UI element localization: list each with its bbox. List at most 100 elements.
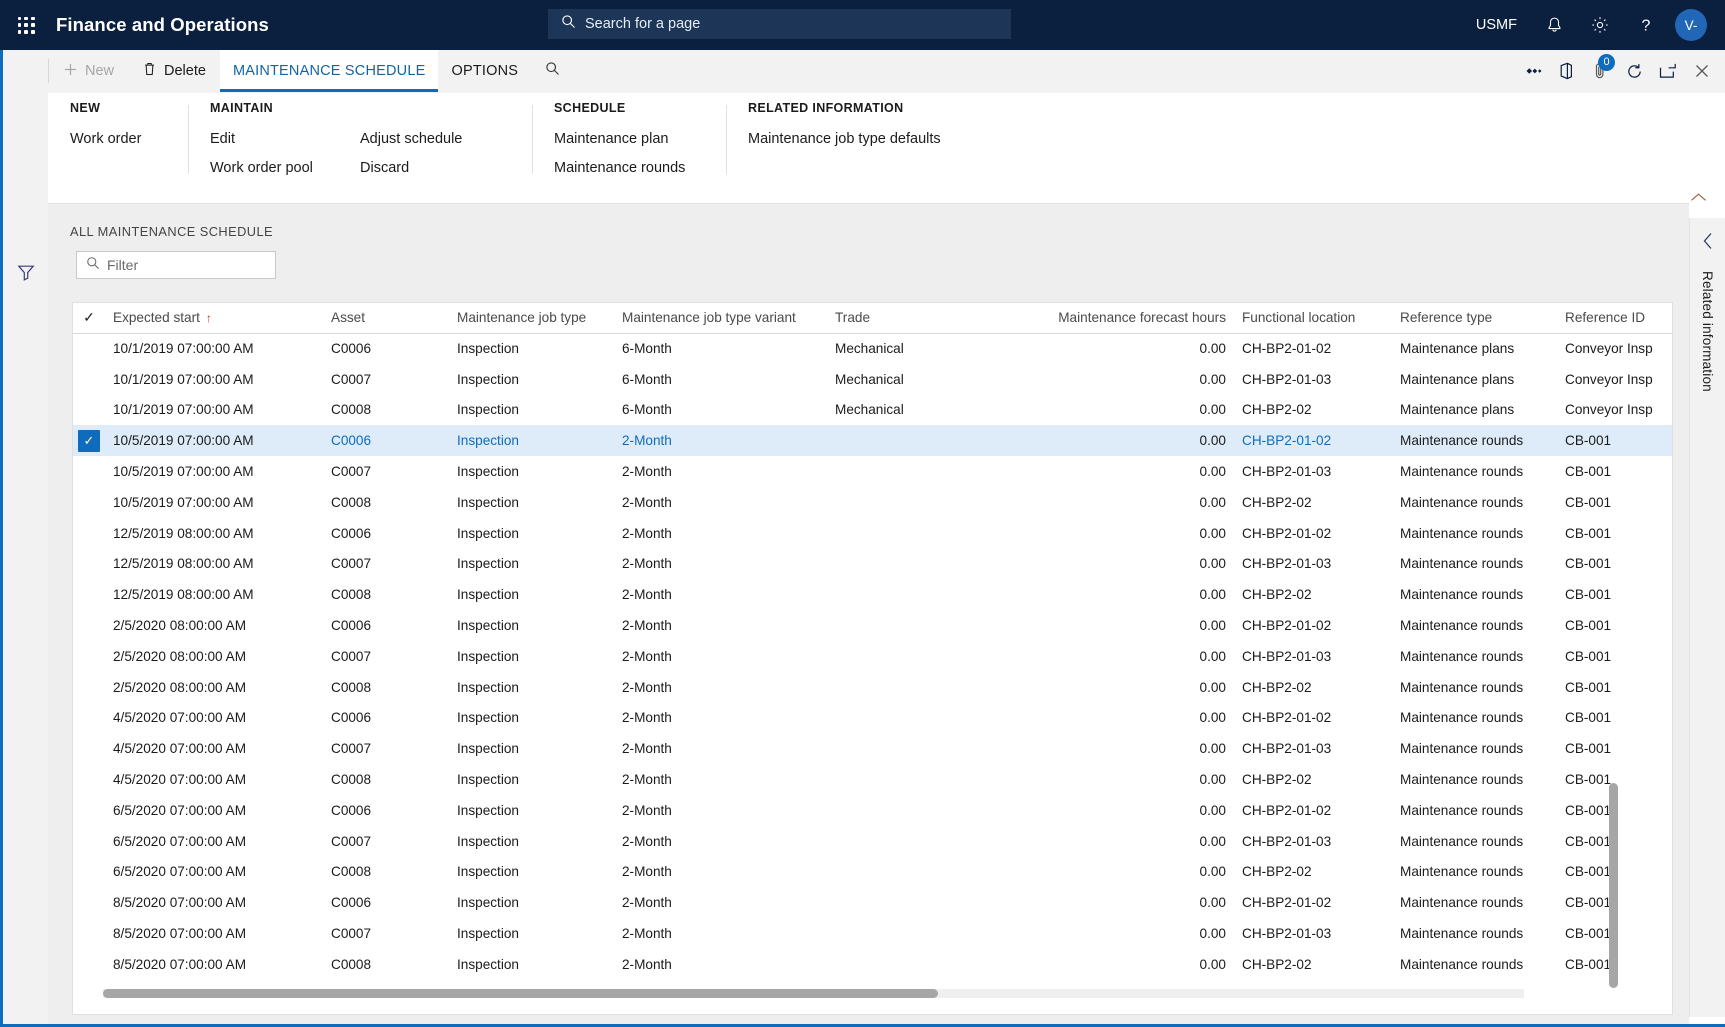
cell-job_type_variant: 2-Month <box>622 494 672 510</box>
table-row[interactable]: 10/1/2019 07:00:00 AM C0007 Inspection 6-Mo… <box>73 364 1672 395</box>
column-header-forecast_hours[interactable]: Maintenance forecast hours <box>1039 303 1234 334</box>
table-row[interactable]: 6/5/2020 07:00:00 AM C0007 Inspection 2-Mon… <box>73 826 1672 857</box>
table-row[interactable]: 10/5/2019 07:00:00 AM C0007 Inspection 2-Mo… <box>73 456 1672 487</box>
row-select-checkbox[interactable] <box>73 364 105 395</box>
row-select-checkbox[interactable] <box>73 456 105 487</box>
table-row[interactable]: 2/5/2020 08:00:00 AM C0006 Inspection 2-Mon… <box>73 610 1672 641</box>
column-header-asset[interactable]: Asset <box>323 303 449 334</box>
row-select-checkbox[interactable] <box>73 672 105 703</box>
maintenance-schedule-grid[interactable]: ✓ Expected start ↑ Asset Maintenance job typ… <box>72 302 1673 1015</box>
settings-gear-icon[interactable] <box>1577 0 1623 50</box>
cell-functional_location[interactable]: CH-BP2-01-02 <box>1234 425 1392 456</box>
cell-asset[interactable]: C0006 <box>323 425 449 456</box>
ribbon-item-maintenance-plan[interactable]: Maintenance plan <box>554 128 704 157</box>
cell-functional_location: CH-BP2-01-03 <box>1242 926 1332 942</box>
row-select-checkbox[interactable] <box>73 641 105 672</box>
row-select-checkbox[interactable] <box>73 795 105 826</box>
row-select-checkbox[interactable] <box>73 487 105 518</box>
column-header-job_type[interactable]: Maintenance job type <box>449 303 614 334</box>
column-header-trade[interactable]: Trade <box>827 303 1039 334</box>
cell-job_type_variant: 2-Month <box>622 556 672 572</box>
help-question-icon[interactable]: ? <box>1623 0 1669 50</box>
select-all-checkbox[interactable]: ✓ <box>73 303 105 334</box>
ribbon-item-work-order[interactable]: Work order <box>70 128 166 157</box>
row-select-checkbox[interactable] <box>73 579 105 610</box>
ribbon-item-work-order-pool[interactable]: Work order pool <box>210 157 360 186</box>
notifications-bell-icon[interactable] <box>1531 0 1577 50</box>
row-select-checkbox[interactable] <box>73 764 105 795</box>
row-select-checkbox[interactable] <box>73 518 105 549</box>
grid-vertical-scrollbar[interactable] <box>1609 783 1618 988</box>
row-select-checkbox[interactable] <box>73 949 105 980</box>
table-row[interactable]: 4/5/2020 07:00:00 AM C0007 Inspection 2-Mon… <box>73 733 1672 764</box>
row-select-checkbox[interactable] <box>73 610 105 641</box>
row-select-checkbox[interactable] <box>73 703 105 734</box>
cell-reference_id: CB-001 <box>1565 525 1612 541</box>
global-search-placeholder: Search for a page <box>585 16 701 32</box>
related-information-rail[interactable]: Related information <box>1689 218 1725 1017</box>
table-row[interactable]: ✓ 10/5/2019 07:00:00 AM C0006 Inspection 2-M… <box>73 425 1672 457</box>
column-header-expected_start[interactable]: Expected start ↑ <box>105 303 323 334</box>
table-row[interactable]: 10/1/2019 07:00:00 AM C0006 Inspection 6-Mo… <box>73 333 1672 364</box>
table-row[interactable]: 8/5/2020 07:00:00 AM C0008 Inspection 2-Mon… <box>73 949 1672 980</box>
popout-window-icon[interactable] <box>1651 50 1685 93</box>
ribbon-item-edit[interactable]: Edit <box>210 128 360 157</box>
cell-trade <box>827 826 1039 857</box>
collapse-ribbon-button[interactable] <box>1690 190 1707 208</box>
global-search-input[interactable]: Search for a page <box>548 9 1011 39</box>
table-row[interactable]: 6/5/2020 07:00:00 AM C0006 Inspection 2-Mon… <box>73 795 1672 826</box>
row-select-checkbox[interactable] <box>73 333 105 364</box>
ribbon-item-adjust-schedule[interactable]: Adjust schedule <box>360 128 510 157</box>
close-icon[interactable] <box>1685 50 1719 93</box>
table-row[interactable]: 10/5/2019 07:00:00 AM C0008 Inspection 2-Mo… <box>73 487 1672 518</box>
row-select-checkbox[interactable] <box>73 826 105 857</box>
row-select-checkbox[interactable] <box>73 857 105 888</box>
row-select-checkbox[interactable]: ✓ <box>73 425 105 456</box>
row-select-checkbox[interactable] <box>73 887 105 918</box>
table-row[interactable]: 12/5/2019 08:00:00 AM C0007 Inspection 2-Mo… <box>73 549 1672 580</box>
tab-maintenance-schedule[interactable]: MAINTENANCE SCHEDULE <box>219 50 439 92</box>
table-row[interactable]: 12/5/2019 08:00:00 AM C0008 Inspection 2-Mo… <box>73 579 1672 610</box>
refresh-icon[interactable] <box>1617 50 1651 93</box>
delete-button[interactable]: Delete <box>128 50 220 92</box>
column-header-functional_location[interactable]: Functional location <box>1234 303 1392 334</box>
ribbon-item-discard[interactable]: Discard <box>360 157 510 186</box>
company-selector[interactable]: USMF <box>1462 17 1531 33</box>
cell-job_type[interactable]: Inspection <box>449 425 614 456</box>
user-avatar[interactable]: V- <box>1675 9 1707 41</box>
tab-options[interactable]: OPTIONS <box>438 50 531 92</box>
column-header-job_type_variant[interactable]: Maintenance job type variant <box>614 303 827 334</box>
app-launcher-button[interactable] <box>0 0 52 50</box>
table-row[interactable]: 2/5/2020 08:00:00 AM C0007 Inspection 2-Mon… <box>73 641 1672 672</box>
table-row[interactable]: 2/5/2020 08:00:00 AM C0008 Inspection 2-Mon… <box>73 672 1672 703</box>
action-pane-search-button[interactable] <box>531 50 574 92</box>
column-header-reference_id[interactable]: Reference ID <box>1557 303 1672 334</box>
open-in-office-icon[interactable] <box>1549 50 1583 93</box>
filter-pane-button[interactable] <box>3 255 48 295</box>
cell-job_type_variant: 2-Month <box>622 679 672 695</box>
attachments-icon[interactable]: 0 <box>1583 50 1617 93</box>
column-header-reference_type[interactable]: Reference type <box>1392 303 1557 334</box>
search-icon <box>561 14 576 34</box>
new-button[interactable]: New <box>49 50 128 92</box>
cell-reference_type: Maintenance rounds <box>1400 864 1524 880</box>
row-select-checkbox[interactable] <box>73 395 105 426</box>
grid-horizontal-scrollbar[interactable] <box>103 989 1524 998</box>
table-row[interactable]: 4/5/2020 07:00:00 AM C0008 Inspection 2-Mon… <box>73 764 1672 795</box>
row-select-checkbox[interactable] <box>73 549 105 580</box>
table-row[interactable]: 10/1/2019 07:00:00 AM C0008 Inspection 6-Mo… <box>73 395 1672 426</box>
filter-input[interactable]: Filter <box>76 251 276 279</box>
row-select-checkbox[interactable] <box>73 733 105 764</box>
office-apps-icon[interactable] <box>1515 50 1549 93</box>
row-select-checkbox[interactable] <box>73 918 105 949</box>
ribbon-item-maintenance-rounds[interactable]: Maintenance rounds <box>554 157 704 186</box>
attachments-count-badge: 0 <box>1598 53 1615 71</box>
cell-job_type_variant[interactable]: 2-Month <box>614 425 827 456</box>
table-row[interactable]: 12/5/2019 08:00:00 AM C0006 Inspection 2-Mo… <box>73 518 1672 549</box>
table-row[interactable]: 8/5/2020 07:00:00 AM C0006 Inspection 2-Mon… <box>73 887 1672 918</box>
table-row[interactable]: 6/5/2020 07:00:00 AM C0008 Inspection 2-Mon… <box>73 857 1672 888</box>
cell-asset: C0007 <box>331 464 372 480</box>
table-row[interactable]: 8/5/2020 07:00:00 AM C0007 Inspection 2-Mon… <box>73 918 1672 949</box>
table-row[interactable]: 4/5/2020 07:00:00 AM C0006 Inspection 2-Mon… <box>73 703 1672 734</box>
ribbon-item-maintenance-job-type-defaults[interactable]: Maintenance job type defaults <box>748 128 941 157</box>
